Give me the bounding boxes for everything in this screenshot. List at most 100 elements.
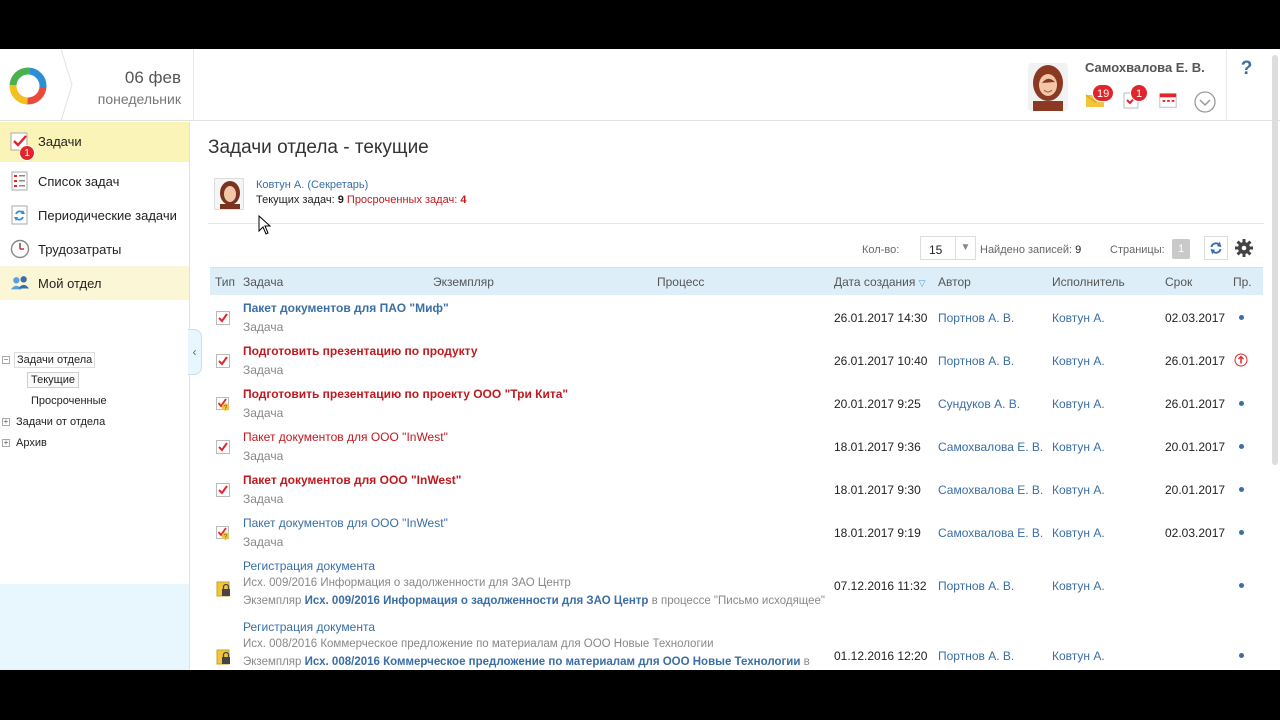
task-title-link[interactable]: Пакет документов для ООО "InWest" (243, 473, 461, 487)
author-link[interactable]: Портнов А. В. (938, 649, 1014, 663)
task-check-icon (216, 311, 230, 325)
column-header-process[interactable]: Процесс (657, 275, 704, 289)
instance-link[interactable]: Исх. 008/2016 Коммерческое предложение п… (305, 656, 801, 668)
page-size-value: 15 (929, 243, 943, 257)
tree-collapse-toggle[interactable]: − (2, 356, 10, 364)
executor-link[interactable]: Ковтун А. (1052, 579, 1105, 593)
created-date: 18.01.2017 9:36 (834, 440, 921, 454)
instance-link[interactable]: Исх. 009/2016 Информация о задолженности… (305, 595, 649, 607)
chevron-down-icon[interactable] (1194, 91, 1216, 113)
task-question-icon: ? (216, 526, 230, 540)
column-header-instance[interactable]: Экземпляр (433, 275, 494, 289)
column-header-due[interactable]: Срок (1165, 275, 1192, 289)
task-list-icon (11, 171, 28, 191)
task-document: Исх. 009/2016 Информация о задолженности… (243, 577, 571, 589)
tree-item-archive[interactable]: Архив (16, 437, 47, 449)
column-header-task[interactable]: Задача (243, 275, 283, 289)
executor-link[interactable]: Ковтун А. (1052, 440, 1105, 454)
task-title-link[interactable]: Регистрация документа (243, 559, 375, 573)
date-day: 06 фев (124, 68, 181, 87)
executor-link[interactable]: Ковтун А. (1052, 483, 1105, 497)
due-date: 26.01.2017 (1165, 354, 1226, 368)
refresh-icon[interactable] (1204, 236, 1228, 260)
task-title-link[interactable]: Пакет документов для ПАО "Миф" (243, 301, 449, 315)
page-button[interactable]: 1 (1172, 239, 1190, 259)
user-avatar[interactable] (1028, 63, 1068, 111)
executor-link[interactable]: Ковтун А. (1052, 354, 1105, 368)
executor-link[interactable]: Ковтун А. (1052, 311, 1105, 325)
author-link[interactable]: Портнов А. В. (938, 311, 1014, 325)
author-link[interactable]: Самохвалова Е. В. (938, 526, 1043, 540)
column-header-author[interactable]: Автор (938, 275, 971, 289)
table-row[interactable]: ? Подготовить презентацию по проекту ООО… (210, 383, 1263, 426)
column-header-executor[interactable]: Исполнитель (1052, 275, 1125, 289)
created-date: 01.12.2016 12:20 (834, 649, 928, 663)
sidebar-item-task-list[interactable]: Список задач (0, 164, 189, 198)
overdue-tasks-count[interactable]: 4 (460, 194, 466, 206)
column-header-created[interactable]: Дата создания ▽ (834, 275, 926, 289)
mail-badge: 19 (1092, 84, 1115, 102)
author-link[interactable]: Портнов А. В. (938, 579, 1014, 593)
tree-expand-toggle[interactable]: + (2, 439, 10, 447)
pages-label: Страницы: (1110, 244, 1165, 256)
table-row[interactable]: Пакет документов для ООО "InWest" Задача… (210, 469, 1263, 512)
tree-item-dept-tasks[interactable]: Задачи отдела (14, 352, 96, 368)
column-header-priority[interactable]: Пр. (1233, 275, 1252, 289)
found-records: Найдено записей: 9 (980, 244, 1081, 256)
author-link[interactable]: Сундуков А. В. (938, 397, 1020, 411)
table-header: Тип Задача Экземпляр Процесс Дата создан… (210, 267, 1263, 295)
instance-prefix: Экземпляр (243, 656, 302, 668)
help-button[interactable]: ? (1226, 49, 1266, 121)
sidebar-item-my-department[interactable]: Мой отдел (0, 266, 189, 300)
task-title-link[interactable]: Пакет документов для ООО "InWest" (243, 430, 448, 444)
tree-expand-toggle[interactable]: + (2, 418, 10, 426)
app-logo-icon[interactable] (8, 66, 48, 106)
task-title-link[interactable]: Пакет документов для ООО "InWest" (243, 516, 448, 530)
page-size-select[interactable]: 15 ▼ (920, 236, 976, 260)
employee-avatar[interactable] (214, 178, 244, 210)
tree-item-from-dept[interactable]: Задачи от отдела (16, 416, 105, 428)
task-title-link[interactable]: Регистрация документа (243, 620, 375, 634)
chevron-down-icon[interactable]: ▼ (955, 237, 975, 259)
task-type: Задача (243, 449, 284, 463)
sidebar-item-label: Периодические задачи (38, 208, 177, 223)
table-row[interactable]: ? Пакет документов для ООО "InWest" Зада… (210, 512, 1263, 555)
table-row[interactable]: Регистрация документа Исх. 008/2016 Комм… (210, 617, 1263, 670)
created-date: 26.01.2017 14:30 (834, 311, 928, 325)
tree-item-current[interactable]: Текущие (27, 372, 79, 388)
current-tasks-count[interactable]: 9 (338, 194, 344, 206)
app-window: 06 фев понедельник Самохвалова Е. В. 19 … (0, 49, 1280, 670)
gear-icon[interactable] (1232, 236, 1256, 260)
tree-item-overdue[interactable]: Просроченные (31, 395, 107, 407)
sidebar-item-periodic-tasks[interactable]: Периодические задачи (0, 198, 189, 232)
executor-link[interactable]: Ковтун А. (1052, 649, 1105, 663)
executor-link[interactable]: Ковтун А. (1052, 397, 1105, 411)
created-date: 18.01.2017 9:30 (834, 483, 921, 497)
table-row[interactable]: Пакет документов для ООО "InWest" Задача… (210, 426, 1263, 469)
employee-name-link[interactable]: Ковтун А. (Секретарь) (256, 179, 368, 191)
table-row[interactable]: Регистрация документа Исх. 009/2016 Инфо… (210, 555, 1263, 617)
executor-link[interactable]: Ковтун А. (1052, 526, 1105, 540)
table-row[interactable]: Пакет документов для ПАО "Миф" Задача 26… (210, 297, 1263, 340)
tasks-table: Тип Задача Экземпляр Процесс Дата создан… (210, 267, 1263, 670)
sidebar-item-tasks[interactable]: 1 Задачи (0, 122, 189, 162)
user-name[interactable]: Самохвалова Е. В. (1085, 60, 1205, 75)
calendar-icon[interactable] (1158, 90, 1178, 110)
sidebar-item-labor-costs[interactable]: Трудозатраты (0, 232, 189, 266)
page-scrollbar[interactable] (1272, 55, 1278, 465)
created-date: 20.01.2017 9:25 (834, 397, 921, 411)
table-row[interactable]: Подготовить презентацию по продукту Зада… (210, 340, 1263, 383)
author-link[interactable]: Самохвалова Е. В. (938, 440, 1043, 454)
task-title-link[interactable]: Подготовить презентацию по проекту ООО "… (243, 387, 568, 401)
author-link[interactable]: Портнов А. В. (938, 354, 1014, 368)
task-title-link[interactable]: Подготовить презентацию по продукту (243, 344, 478, 358)
task-type: Задача (243, 406, 284, 420)
task-instance-note: Экземпляр Исх. 008/2016 Коммерческое пре… (243, 656, 810, 668)
clock-icon (10, 239, 30, 259)
sidebar-item-label: Трудозатраты (38, 242, 122, 257)
due-date: 02.03.2017 (1165, 526, 1226, 540)
column-header-type[interactable]: Тип (215, 275, 235, 289)
author-link[interactable]: Самохвалова Е. В. (938, 483, 1043, 497)
task-instance-note: Экземпляр Исх. 009/2016 Информация о зад… (243, 595, 825, 607)
task-type: Задача (243, 363, 284, 377)
